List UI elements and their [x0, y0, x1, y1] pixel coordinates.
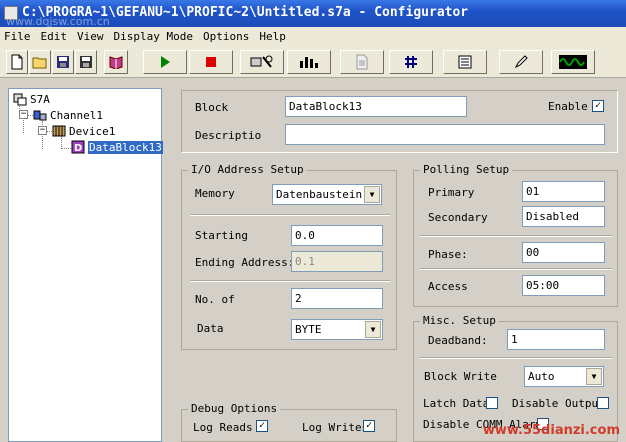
device-settings-icon[interactable]: [240, 50, 284, 74]
access-label: Access: [428, 280, 468, 293]
io-address-legend: I/O Address Setup: [188, 163, 307, 176]
description-input[interactable]: [285, 124, 605, 145]
chevron-down-icon: ▼: [586, 368, 602, 385]
memory-value: Datenbaustein: [276, 188, 363, 201]
svg-text:D: D: [74, 143, 82, 154]
misc-setup-legend: Misc. Setup: [420, 314, 499, 327]
pen-icon[interactable]: [499, 50, 543, 74]
io-separator: [190, 280, 390, 282]
save-icon[interactable]: [52, 50, 74, 74]
io-separator: [190, 214, 390, 216]
tree-node-datablock[interactable]: D DataBlock13: [71, 140, 163, 154]
tree-connector: [61, 148, 71, 149]
book-icon[interactable]: [104, 50, 128, 74]
block-label: Block: [195, 101, 229, 114]
data-type-select[interactable]: BYTE ▼: [291, 319, 383, 340]
document-icon[interactable]: [340, 50, 384, 74]
enable-checkbox[interactable]: ✓: [592, 100, 604, 112]
secondary-label: Secondary: [428, 211, 488, 224]
tree-expander-device[interactable]: −: [38, 126, 47, 135]
project-tree[interactable]: S7A − Channel1 − Device1 D DataBlock13: [8, 88, 163, 442]
menu-file[interactable]: File: [4, 30, 31, 43]
log-reads-checkbox[interactable]: ✓: [256, 420, 268, 432]
access-input[interactable]: 05:00: [522, 275, 605, 296]
latch-data-checkbox[interactable]: [486, 397, 498, 409]
bar-chart-icon[interactable]: [287, 50, 331, 74]
chevron-down-icon: ▼: [364, 186, 380, 203]
starting-address-input[interactable]: 0.0: [291, 225, 383, 246]
block-write-label: Block Write: [424, 370, 497, 383]
menu-display-mode[interactable]: Display Mode: [114, 30, 193, 43]
menu-view[interactable]: View: [77, 30, 104, 43]
toolbar: [0, 46, 626, 78]
stop-icon[interactable]: [189, 50, 233, 74]
primary-input[interactable]: 01: [522, 181, 605, 202]
waveform-icon[interactable]: [551, 50, 595, 74]
debug-options-legend: Debug Options: [188, 402, 281, 415]
tree-node-channel[interactable]: Channel1: [33, 108, 103, 122]
tree-label-channel: Channel1: [50, 108, 103, 122]
menu-help[interactable]: Help: [259, 30, 286, 43]
memory-select[interactable]: Datenbaustein ▼: [272, 184, 382, 205]
save-all-icon[interactable]: [75, 50, 97, 74]
no-of-label: No. of: [195, 293, 235, 306]
ending-address-input: 0.1: [291, 251, 383, 272]
properties-icon[interactable]: [443, 50, 487, 74]
open-folder-icon[interactable]: [29, 50, 51, 74]
menu-edit[interactable]: Edit: [41, 30, 68, 43]
tree-label-datablock: DataBlock13: [88, 140, 163, 154]
phase-label: Phase:: [428, 248, 468, 261]
description-label: Descriptio: [195, 129, 262, 142]
block-name-input[interactable]: DataBlock13: [285, 96, 467, 117]
root-project-icon: [13, 93, 27, 106]
polling-separator: [420, 235, 612, 237]
ending-address-label: Ending Address:: [195, 256, 295, 269]
device-icon: [52, 125, 66, 137]
new-file-icon[interactable]: [6, 50, 28, 74]
tree-node-root[interactable]: S7A: [13, 92, 50, 106]
watermark-bottom: www.55dianzi.com: [482, 423, 620, 438]
disable-output-checkbox[interactable]: [597, 397, 609, 409]
tree-label-root: S7A: [30, 92, 50, 106]
datablock-icon: D: [71, 140, 85, 154]
tree-node-device[interactable]: Device1: [52, 124, 115, 138]
disable-output-label: Disable Output: [512, 397, 605, 410]
play-icon[interactable]: [143, 50, 187, 74]
starting-label: Starting: [195, 229, 248, 242]
chevron-down-icon: ▼: [365, 321, 381, 338]
data-type-value: BYTE: [295, 323, 322, 336]
data-type-label: Data: [197, 322, 224, 335]
memory-label: Memory: [195, 187, 235, 200]
primary-label: Primary: [428, 186, 475, 199]
log-writes-label: Log Writes: [302, 421, 369, 434]
tree-expander-channel[interactable]: −: [19, 110, 28, 119]
secondary-input[interactable]: Disabled: [522, 206, 605, 227]
no-of-input[interactable]: 2: [291, 288, 383, 309]
menu-options[interactable]: Options: [203, 30, 249, 43]
title-bar: C:\PROGRA~1\GEFANU~1\PROFIC~2\Untitled.s…: [0, 0, 626, 28]
polling-setup-legend: Polling Setup: [420, 163, 513, 176]
latch-data-label: Latch Data: [423, 397, 490, 410]
deadband-label: Deadband:: [428, 334, 488, 347]
tree-label-device: Device1: [69, 124, 116, 138]
log-reads-label: Log Reads: [193, 421, 253, 434]
channel-icon: [33, 110, 47, 121]
misc-separator: [420, 357, 612, 359]
enable-label: Enable: [548, 100, 588, 113]
phase-input[interactable]: 00: [522, 242, 605, 263]
log-writes-checkbox[interactable]: ✓: [363, 420, 375, 432]
deadband-input[interactable]: 1: [507, 329, 605, 350]
block-write-select[interactable]: Auto ▼: [524, 366, 604, 387]
block-write-value: Auto: [528, 370, 555, 383]
polling-separator: [420, 268, 612, 270]
menu-bar: File Edit View Display Mode Options Help: [0, 27, 626, 46]
grid-icon[interactable]: [389, 50, 433, 74]
